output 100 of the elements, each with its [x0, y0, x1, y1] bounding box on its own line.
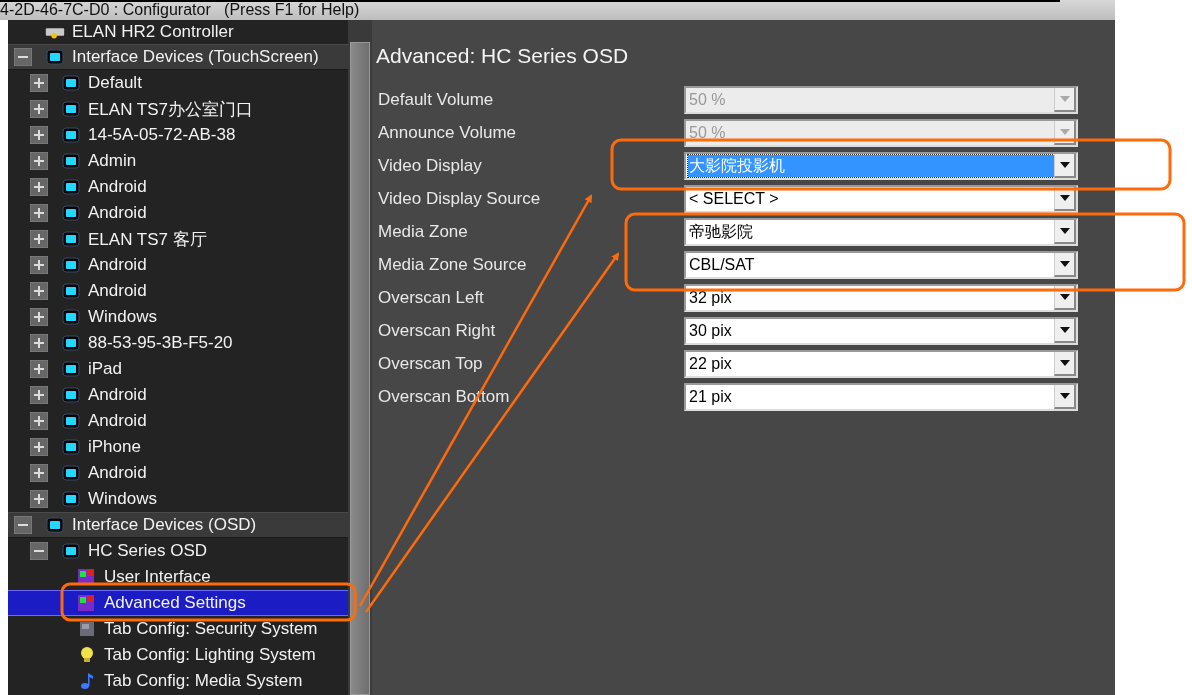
- tree-item[interactable]: Android: [88, 411, 147, 431]
- expand-icon[interactable]: [30, 334, 48, 352]
- tree-item[interactable]: ELAN TS7 客厅: [88, 227, 207, 251]
- dropdown-arrow-icon[interactable]: [1059, 162, 1070, 168]
- field-label: Media Zone: [377, 222, 469, 242]
- dropdown-value: 大影院投影机: [688, 155, 1054, 177]
- music-note-icon: [79, 671, 95, 691]
- tree-item[interactable]: ELAN TS7办公室门口: [88, 97, 253, 121]
- tree-item[interactable]: Tab Config: Security System: [104, 619, 318, 639]
- expand-icon[interactable]: [30, 152, 48, 170]
- expand-icon[interactable]: [30, 438, 48, 456]
- dropdown-arrow-icon[interactable]: [1059, 228, 1070, 234]
- expand-icon[interactable]: [30, 178, 48, 196]
- tree-item[interactable]: Windows: [88, 307, 157, 327]
- tree-item[interactable]: Tab Config: Media System: [104, 671, 303, 691]
- tree-item[interactable]: User Interface: [104, 567, 211, 587]
- monitor-icon: [46, 49, 64, 65]
- expand-icon[interactable]: [30, 308, 48, 326]
- dropdown-value: 50 %: [688, 123, 727, 143]
- monitor-icon: [62, 75, 80, 91]
- tree-item[interactable]: Android: [88, 385, 147, 405]
- expand-icon[interactable]: [30, 464, 48, 482]
- scrollbar-thumb[interactable]: [350, 42, 370, 695]
- expand-icon[interactable]: [30, 204, 48, 222]
- tree-item[interactable]: Tab Config: Lighting System: [104, 645, 316, 665]
- dropdown-arrow-icon[interactable]: [1059, 195, 1070, 201]
- monitor-icon: [62, 205, 80, 221]
- dropdown-arrow-icon[interactable]: [1059, 261, 1070, 267]
- expand-icon[interactable]: [30, 490, 48, 508]
- dropdown-field[interactable]: 21 pix: [684, 383, 1078, 411]
- monitor-icon: [62, 387, 80, 403]
- tree-item[interactable]: 88-53-95-3B-F5-20: [88, 333, 233, 353]
- dropdown-value: 30 pix: [688, 321, 733, 341]
- dropdown-field[interactable]: CBL/SAT: [684, 251, 1078, 279]
- field-label: Media Zone Source: [377, 255, 528, 275]
- dropdown-value: 22 pix: [688, 354, 733, 374]
- dropdown-field[interactable]: 22 pix: [684, 350, 1078, 378]
- monitor-icon: [62, 439, 80, 455]
- expand-icon[interactable]: [30, 412, 48, 430]
- dropdown-value: 32 pix: [688, 288, 733, 308]
- tree-item[interactable]: Android: [88, 255, 147, 275]
- field-label: Video Display Source: [377, 189, 542, 209]
- expand-icon[interactable]: [30, 100, 48, 118]
- dropdown-value: 21 pix: [688, 387, 733, 407]
- monitor-icon: [62, 491, 80, 507]
- tree-item[interactable]: Admin: [88, 151, 137, 171]
- tree-item[interactable]: 14-5A-05-72-AB-38: [88, 125, 236, 145]
- dropdown-arrow-icon[interactable]: [1059, 393, 1070, 399]
- tree-item[interactable]: Windows: [88, 489, 157, 509]
- tree-item[interactable]: ELAN HR2 Controller: [72, 22, 234, 42]
- dropdown-value: < SELECT >: [688, 189, 780, 209]
- monitor-icon: [62, 153, 80, 169]
- expand-icon[interactable]: [30, 386, 48, 404]
- bulb-icon: [79, 646, 95, 664]
- monitor-icon: [62, 465, 80, 481]
- monitor-icon: [62, 309, 80, 325]
- panel-title: Advanced: HC Series OSD: [376, 44, 630, 68]
- dropdown-field[interactable]: 帝驰影院: [684, 218, 1078, 246]
- expand-icon[interactable]: [30, 230, 48, 248]
- monitor-icon: [62, 179, 80, 195]
- expand-icon[interactable]: [30, 360, 48, 378]
- monitor-icon: [62, 127, 80, 143]
- field-label: Default Volume: [377, 90, 495, 110]
- expand-icon[interactable]: [30, 256, 48, 274]
- monitor-icon: [62, 335, 80, 351]
- dropdown-arrow-icon[interactable]: [1059, 327, 1070, 333]
- expand-icon[interactable]: [30, 282, 48, 300]
- tree-item[interactable]: Android: [88, 177, 147, 197]
- monitor-icon: [62, 257, 80, 273]
- dropdown-arrow-icon[interactable]: [1059, 294, 1070, 300]
- monitor-icon: [46, 517, 64, 533]
- tree-item[interactable]: iPhone: [88, 437, 141, 457]
- panel-icon: [78, 621, 96, 637]
- collapse-icon[interactable]: [30, 542, 48, 560]
- dropdown-field[interactable]: 30 pix: [684, 317, 1078, 345]
- dropdown-field[interactable]: 32 pix: [684, 284, 1078, 312]
- tree-item[interactable]: Android: [88, 463, 147, 483]
- field-label: Overscan Top: [377, 354, 484, 374]
- dropdown-value: 50 %: [688, 90, 727, 110]
- tree-item[interactable]: Default: [88, 73, 142, 93]
- tree-item[interactable]: Android: [88, 281, 147, 301]
- dropdown-field[interactable]: < SELECT >: [684, 185, 1078, 213]
- monitor-icon: [62, 101, 80, 117]
- tree-item[interactable]: iPad: [88, 359, 123, 379]
- monitor-icon: [62, 413, 80, 429]
- monitor-icon: [62, 361, 80, 377]
- field-label: Overscan Left: [377, 288, 485, 308]
- expand-icon[interactable]: [30, 126, 48, 144]
- dropdown-value: CBL/SAT: [688, 255, 756, 275]
- expand-icon[interactable]: [30, 74, 48, 92]
- monitor-icon: [62, 283, 80, 299]
- tree-item[interactable]: Android: [88, 203, 147, 223]
- collapse-icon[interactable]: [14, 48, 32, 66]
- dropdown-arrow-icon[interactable]: [1059, 360, 1070, 366]
- field-label: Overscan Right: [377, 321, 497, 341]
- window-title: 4-2D-46-7C-D0 : Configurator (Press F1 for Help): [0, 1, 361, 19]
- monitor-icon: [62, 543, 80, 559]
- tree-item[interactable]: HC Series OSD: [88, 541, 208, 561]
- collapse-icon[interactable]: [14, 516, 32, 534]
- monitor-icon: [62, 231, 80, 247]
